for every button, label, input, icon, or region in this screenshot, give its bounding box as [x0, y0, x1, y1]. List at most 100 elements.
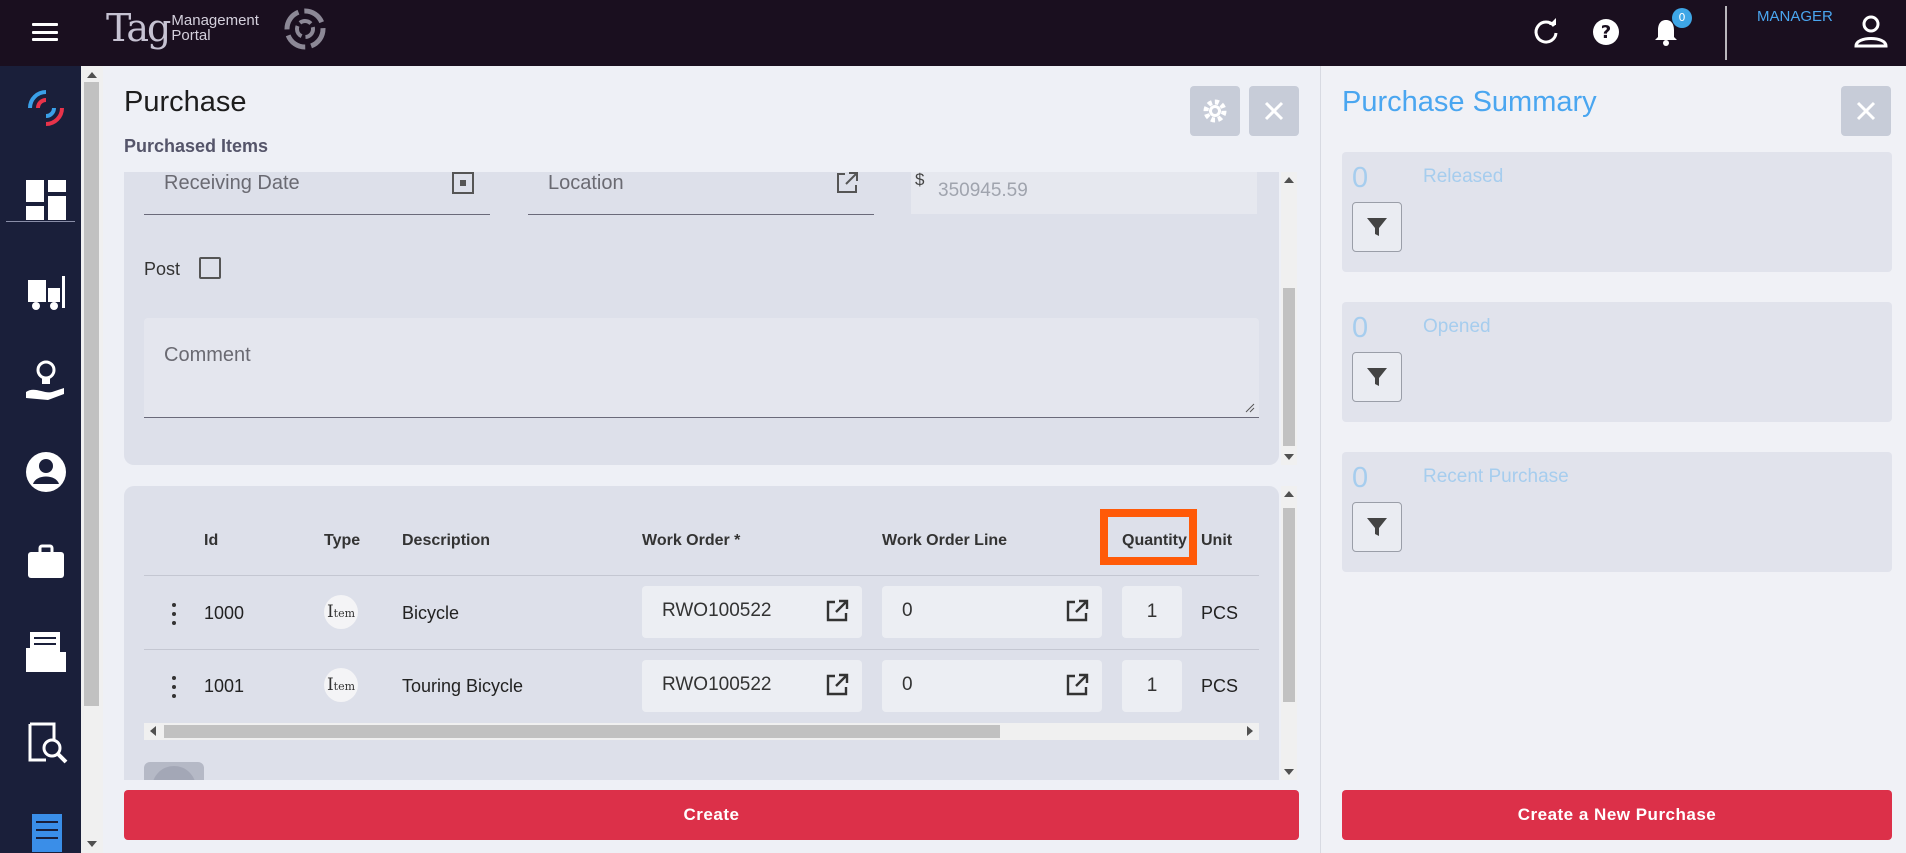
folder-icon[interactable] [24, 630, 68, 674]
scroll-up-arrow[interactable] [87, 72, 97, 78]
purchase-summary-panel: Purchase Summary 0 Released 0 Opened 0 R… [1320, 66, 1906, 853]
row-unit: PCS [1201, 603, 1239, 623]
open-external-icon[interactable] [1064, 598, 1090, 624]
close-summary-button[interactable] [1841, 86, 1891, 136]
receipt-icon[interactable] [24, 808, 68, 852]
create-new-purchase-button[interactable]: Create a New Purchase [1342, 790, 1892, 840]
form-scrollbar[interactable] [1281, 172, 1297, 465]
refresh-icon[interactable] [1530, 16, 1562, 48]
scroll-down-arrow[interactable] [87, 841, 97, 847]
row-menu-icon[interactable] [170, 603, 178, 625]
item-type-icon: Item [324, 595, 358, 629]
app-logo[interactable]: Tag Management Portal [106, 8, 259, 48]
filter-icon [1367, 368, 1387, 386]
calendar-icon[interactable] [450, 170, 476, 196]
col-header-work-order[interactable]: Work Order * [642, 532, 740, 550]
type-rest: tem [333, 680, 356, 693]
forklift-icon[interactable] [24, 270, 68, 314]
work-order-line-value: 0 [902, 674, 913, 695]
help-icon[interactable]: ? [1590, 16, 1622, 48]
briefcase-icon[interactable] [24, 540, 68, 584]
table-vscroll-thumb[interactable] [1283, 508, 1295, 702]
form-scroll-thumb[interactable] [1283, 288, 1295, 446]
open-external-icon[interactable] [824, 672, 850, 698]
summary-label: Released [1423, 166, 1504, 187]
col-header-type[interactable]: Type [324, 532, 360, 550]
total-amount-field: $ 350945.59 [911, 170, 1257, 214]
menu-icon[interactable] [32, 20, 58, 44]
inspect-icon[interactable] [24, 720, 68, 764]
close-icon [1856, 101, 1876, 121]
account-icon[interactable] [24, 450, 68, 494]
quantity-input[interactable]: 1 [1122, 660, 1182, 712]
logo-mark-icon[interactable] [24, 86, 68, 130]
row-id: 1000 [204, 603, 245, 623]
filter-opened-button[interactable] [1352, 352, 1402, 402]
summary-title: Purchase Summary [1342, 86, 1597, 118]
scroll-thumb[interactable] [84, 82, 99, 706]
comment-textarea[interactable]: Comment [144, 318, 1259, 418]
filter-recent-purchase-button[interactable] [1352, 502, 1402, 552]
col-header-work-order-line[interactable]: Work Order Line [882, 532, 1007, 550]
col-header-unit[interactable]: Unit [1201, 532, 1232, 550]
work-order-input[interactable]: RWO100522 [642, 586, 862, 638]
type-rest: tem [333, 607, 356, 620]
table-scroll-down[interactable] [1284, 769, 1294, 775]
user-icon[interactable] [1852, 12, 1890, 50]
quantity-input[interactable]: 1 [1122, 586, 1182, 638]
work-order-value: RWO100522 [662, 600, 772, 621]
summary-label: Opened [1423, 316, 1491, 337]
filter-released-button[interactable] [1352, 202, 1402, 252]
purchase-form: Receiving Date Location $ 350945.59 Post… [124, 170, 1279, 465]
page-title: Purchase [124, 86, 247, 118]
resize-handle-icon[interactable] [1245, 403, 1255, 413]
location-field[interactable]: Location [528, 172, 874, 215]
post-label: Post [144, 259, 181, 279]
page-scrollbar[interactable] [81, 66, 103, 853]
logo-subtitle: Management Portal [171, 13, 259, 43]
table-scroll-up[interactable] [1284, 491, 1294, 497]
row-id: 1001 [204, 676, 245, 696]
work-order-input[interactable]: RWO100522 [642, 660, 862, 712]
section-subtitle: Purchased Items [124, 136, 269, 156]
post-checkbox[interactable] [199, 257, 221, 279]
logo-line2: Portal [171, 27, 211, 44]
work-order-line-input[interactable]: 0 [882, 660, 1102, 712]
work-order-line-input[interactable]: 0 [882, 586, 1102, 638]
user-role: MANAGER [1757, 8, 1833, 25]
summary-card-recent-purchase: 0 Recent Purchase [1342, 452, 1892, 572]
col-header-id[interactable]: Id [204, 532, 218, 550]
item-type-icon: Item [324, 668, 358, 702]
filter-icon [1367, 218, 1387, 236]
total-amount-value: 350945.59 [938, 180, 1028, 201]
close-form-button[interactable] [1249, 86, 1299, 136]
notification-badge: 0 [1672, 8, 1692, 28]
dashboard-icon[interactable] [24, 178, 68, 222]
open-external-icon[interactable] [824, 598, 850, 624]
add-row-button[interactable] [144, 762, 204, 780]
create-button[interactable]: Create [124, 790, 1299, 840]
row-menu-icon[interactable] [170, 676, 178, 698]
settings-button[interactable] [1190, 86, 1240, 136]
table-horizontal-scrollbar[interactable] [144, 723, 1259, 740]
scroll-right-arrow[interactable] [1247, 726, 1253, 736]
comment-placeholder: Comment [164, 344, 251, 366]
scroll-left-arrow[interactable] [150, 726, 156, 736]
col-header-description[interactable]: Description [402, 532, 490, 550]
quantity-header-highlight [1100, 509, 1197, 565]
table-scroll-thumb[interactable] [164, 725, 1000, 738]
open-external-icon[interactable] [1064, 672, 1090, 698]
logo-target-icon [284, 8, 326, 50]
row-description: Bicycle [402, 603, 460, 623]
row-unit: PCS [1201, 676, 1239, 696]
receiving-date-field[interactable]: Receiving Date [144, 172, 490, 215]
gear-icon [1203, 99, 1227, 123]
open-external-icon[interactable] [834, 170, 860, 196]
receiving-date-label: Receiving Date [164, 172, 300, 194]
form-scroll-up[interactable] [1284, 177, 1294, 183]
table-vertical-scrollbar[interactable] [1281, 486, 1297, 780]
svg-text:?: ? [1601, 22, 1611, 43]
ideas-icon[interactable] [24, 358, 68, 402]
work-order-line-value: 0 [902, 600, 913, 621]
form-scroll-down[interactable] [1284, 454, 1294, 460]
